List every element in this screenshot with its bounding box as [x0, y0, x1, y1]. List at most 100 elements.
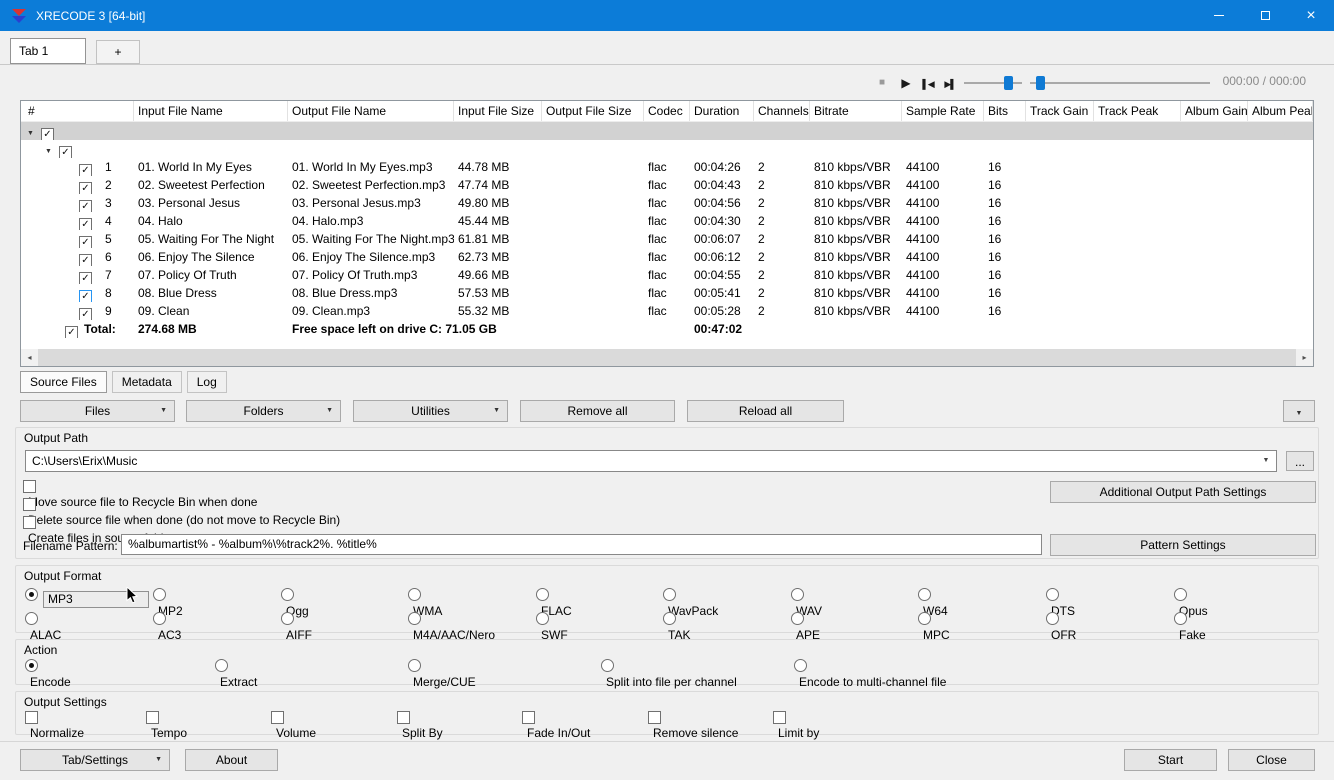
expander-icon[interactable]: ▼ [45, 143, 59, 158]
folders-menu-button[interactable]: Folders ▼ [186, 400, 341, 422]
tree-root-row[interactable]: ▼✓D:\music\ (9/9, 274.68 MB, 00:47:02) [21, 122, 1313, 140]
cue-checkbox[interactable]: ✓ [59, 146, 72, 158]
column-header[interactable]: Track Gain [1026, 101, 1094, 121]
tab-source-files[interactable]: Source Files [20, 371, 107, 393]
output-setting-option[interactable]: Remove silence [648, 709, 738, 740]
output-path-input[interactable]: C:\Users\Erix\Music ▼ [25, 450, 1277, 472]
format-option[interactable]: OFR [1046, 611, 1076, 642]
row-checkbox[interactable]: ✓ [79, 272, 92, 284]
radio-icon[interactable] [1046, 612, 1059, 625]
action-option[interactable]: Merge/CUE [408, 658, 476, 689]
row-checkbox[interactable]: ✓ [79, 308, 92, 320]
format-option[interactable]: M4A/AAC/Nero [408, 611, 495, 642]
close-button[interactable]: × [1288, 0, 1334, 31]
output-setting-option[interactable]: Tempo [146, 709, 187, 740]
row-checkbox[interactable]: ✓ [79, 218, 92, 230]
action-option[interactable]: Extract [215, 658, 257, 689]
option-checkbox[interactable] [23, 516, 36, 529]
output-setting-option[interactable]: Volume [271, 709, 316, 740]
radio-icon[interactable] [791, 588, 804, 601]
column-header[interactable]: Channels [754, 101, 810, 121]
format-option[interactable]: APE [791, 611, 820, 642]
radio-icon[interactable] [918, 588, 931, 601]
radio-icon[interactable] [794, 659, 807, 672]
column-header[interactable]: # [21, 101, 134, 121]
cue-file-row[interactable]: ▼✓D:\music\Depeche Mode - Violator.flac.… [21, 140, 1313, 158]
setting-checkbox[interactable] [146, 711, 159, 724]
stop-button[interactable]: ■ [872, 74, 892, 92]
column-header[interactable]: Input File Name [134, 101, 288, 121]
format-option[interactable]: TAK [663, 611, 690, 642]
tab-settings-button[interactable]: Tab/Settings ▼ [20, 749, 170, 771]
column-header[interactable]: Codec [644, 101, 690, 121]
row-checkbox[interactable]: ✓ [79, 200, 92, 212]
row-checkbox[interactable]: ✓ [79, 182, 92, 194]
radio-icon[interactable] [663, 612, 676, 625]
browse-button[interactable]: ... [1286, 451, 1314, 471]
reload-all-button[interactable]: Reload all [687, 400, 844, 422]
row-checkbox[interactable]: ✓ [79, 164, 92, 176]
radio-icon[interactable] [281, 588, 294, 601]
radio-icon[interactable] [536, 612, 549, 625]
column-header[interactable]: Bitrate [810, 101, 902, 121]
scrollbar-thumb[interactable] [38, 349, 1296, 366]
track-row[interactable]: ✓ 4 04. Halo 04. Halo.mp3 45.44 MB flac 00:04:… [21, 212, 1313, 230]
column-header[interactable]: Sample Rate [902, 101, 984, 121]
radio-icon[interactable] [215, 659, 228, 672]
track-row[interactable]: ✓ 6 06. Enjoy The Silence 06. Enjoy The Sil… [21, 248, 1313, 266]
setting-checkbox[interactable] [648, 711, 661, 724]
root-checkbox[interactable]: ✓ [41, 128, 54, 140]
column-header[interactable]: Track Peak [1094, 101, 1181, 121]
files-menu-button[interactable]: Files ▼ [20, 400, 175, 422]
track-row[interactable]: ✓ 3 03. Personal Jesus 03. Personal Jesus.m… [21, 194, 1313, 212]
format-option[interactable]: AIFF [281, 611, 312, 642]
format-option[interactable]: MP2 [153, 587, 183, 618]
setting-checkbox[interactable] [397, 711, 410, 724]
column-header[interactable]: Album Peak [1248, 101, 1313, 121]
about-button[interactable]: About [185, 749, 278, 771]
output-setting-option[interactable]: Split By [397, 709, 443, 740]
additional-output-path-settings-button[interactable]: Additional Output Path Settings [1050, 481, 1316, 503]
next-track-button[interactable]: ▶▌ [940, 74, 960, 92]
tab-metadata[interactable]: Metadata [111, 371, 182, 393]
total-checkbox[interactable]: ✓ [65, 326, 78, 338]
track-row[interactable]: ✓ 5 05. Waiting For The Night 05. Waiting F… [21, 230, 1313, 248]
seek-slider[interactable] [1030, 76, 1210, 90]
action-option[interactable]: Encode to multi-channel file [794, 658, 946, 689]
format-option[interactable]: AC3 [153, 611, 181, 642]
combo-dropdown-icon[interactable]: ▼ [1258, 453, 1274, 469]
format-option[interactable]: Ogg [281, 587, 309, 618]
format-option[interactable]: WAV [791, 587, 822, 618]
action-option[interactable]: Split into file per channel [601, 658, 737, 689]
column-header[interactable]: Input File Size [454, 101, 542, 121]
format-option[interactable]: Opus [1174, 587, 1208, 618]
output-path-option[interactable]: Delete source file when done (do not mov… [23, 496, 340, 527]
expander-icon[interactable]: ▼ [27, 125, 41, 140]
option-checkbox[interactable] [23, 498, 36, 511]
output-path-option[interactable]: Create files in source folder [23, 514, 174, 545]
row-checkbox[interactable]: ✓ [79, 254, 92, 266]
radio-icon[interactable] [663, 588, 676, 601]
tab-1[interactable]: Tab 1 [10, 38, 86, 64]
track-row[interactable]: ✓ 7 07. Policy Of Truth 07. Policy Of Truth… [21, 266, 1313, 284]
column-header[interactable]: Album Gain [1181, 101, 1248, 121]
output-setting-option[interactable]: Fade In/Out [522, 709, 590, 740]
format-option[interactable]: WavPack [663, 587, 718, 618]
filename-pattern-input[interactable]: %albumartist% - %album%\%track2%. %title… [121, 534, 1042, 555]
radio-icon[interactable] [408, 588, 421, 601]
action-option[interactable]: Encode [25, 658, 71, 689]
format-option[interactable]: W64 [918, 587, 948, 618]
more-options-button[interactable]: ▼ [1283, 400, 1315, 422]
format-option[interactable]: ALAC [25, 611, 61, 642]
setting-checkbox[interactable] [271, 711, 284, 724]
format-option[interactable]: FLAC [536, 587, 572, 618]
radio-icon[interactable] [153, 612, 166, 625]
radio-icon[interactable] [918, 612, 931, 625]
setting-checkbox[interactable] [25, 711, 38, 724]
radio-icon[interactable] [601, 659, 614, 672]
minimize-button[interactable] [1196, 0, 1242, 31]
column-header[interactable]: Bits [984, 101, 1026, 121]
play-button[interactable]: ▶ [896, 74, 916, 92]
output-setting-option[interactable]: Normalize [25, 709, 84, 740]
radio-icon[interactable] [25, 588, 38, 601]
